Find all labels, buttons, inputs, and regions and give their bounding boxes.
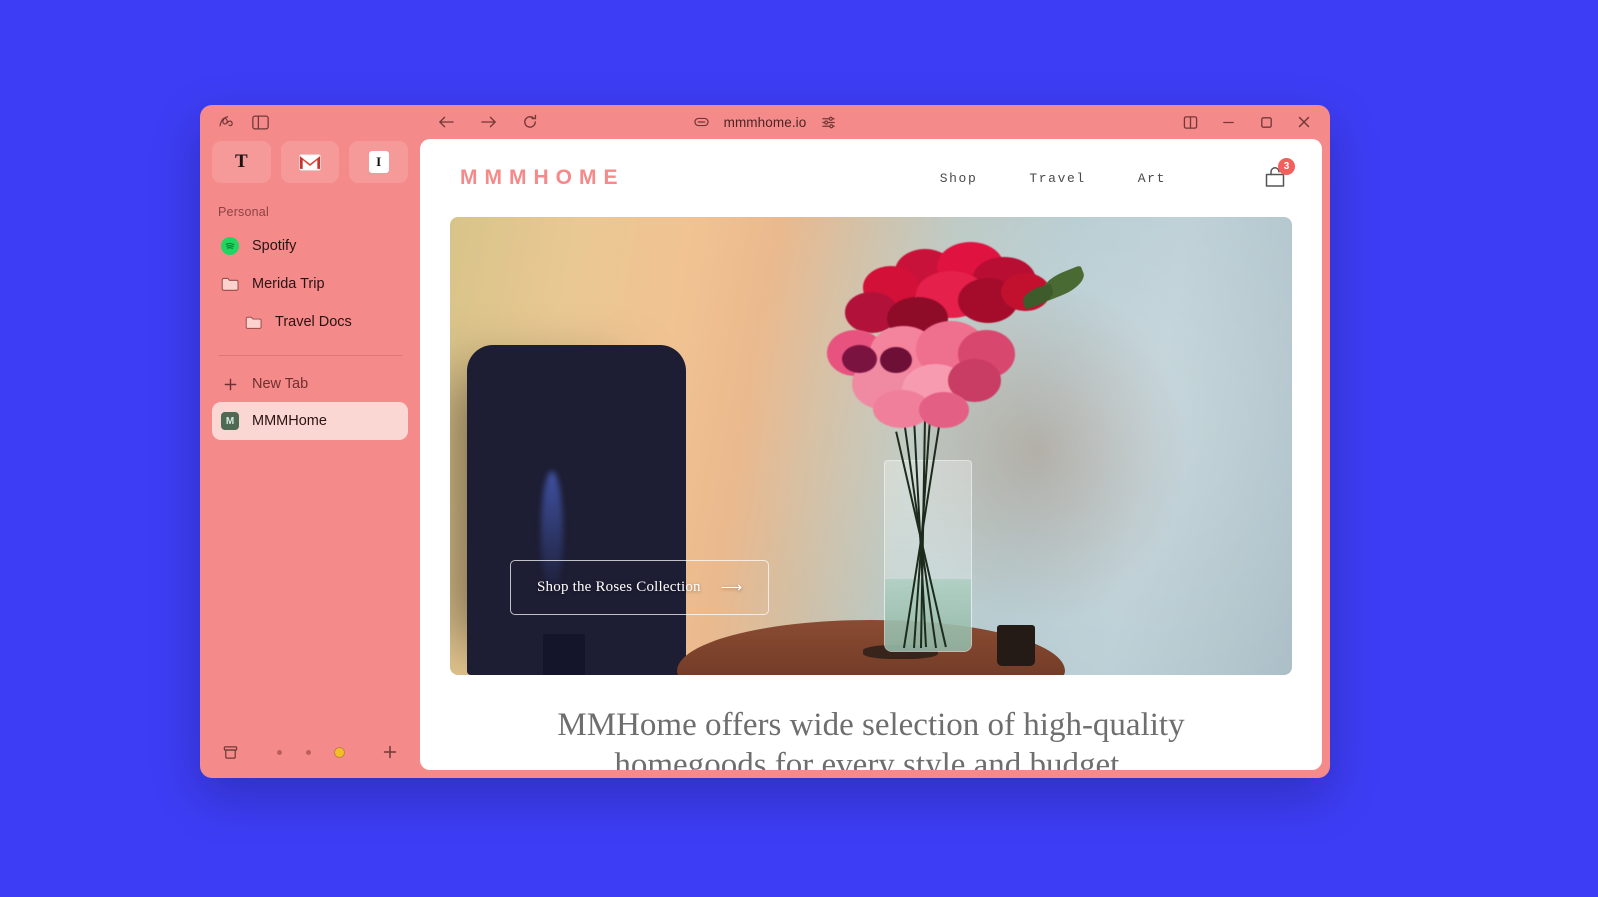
sidebar: T I Personal Spotify Merida Trip Travel … [200,139,420,778]
dot-indicator [305,749,311,755]
split-view-icon[interactable] [1180,112,1200,132]
cart-button[interactable]: 3 [1262,158,1295,191]
rose-bouquet [753,240,1107,478]
sidebar-item-spotify[interactable]: Spotify [212,227,408,265]
sidebar-toggle-icon[interactable] [250,112,270,132]
spotify-icon [220,236,240,256]
pinned-app-nyt[interactable]: T [212,141,271,183]
folder-icon [220,274,240,294]
window-body: T I Personal Spotify Merida Trip Travel … [200,139,1330,778]
site-logo[interactable]: MMMHOME [460,166,624,190]
sidebar-section-label: Personal [218,205,269,219]
hero-cta-label: Shop the Roses Collection [537,579,701,595]
mmmhome-favicon: M [220,411,240,431]
link-icon [692,112,712,132]
sidebar-divider [218,355,402,356]
folder-icon [244,312,264,332]
new-tab-button[interactable]: New Tab [212,366,408,402]
armchair [466,345,686,675]
pinned-app-instapaper[interactable]: I [349,141,409,183]
forward-arrow-icon[interactable] [478,112,498,132]
instapaper-icon: I [368,151,389,173]
gmail-icon [299,153,321,171]
favicon-letter: M [221,412,239,430]
nyt-icon: T [234,151,248,172]
nav-link-shop[interactable]: Shop [940,171,978,186]
dot-indicator [276,749,282,755]
pinned-app-gmail[interactable] [280,141,340,183]
sidebar-tab-mmmhome[interactable]: M MMMHome [212,402,408,440]
toolbar-left-group [200,112,420,132]
browser-toolbar: mmmhome.io [200,105,1330,139]
sliders-icon[interactable] [818,112,838,132]
arc-logo-icon[interactable] [216,112,236,132]
nav-link-travel[interactable]: Travel [1029,171,1085,186]
back-arrow-icon[interactable] [436,112,456,132]
url-text[interactable]: mmmhome.io [724,115,807,130]
sun-indicator-icon [334,747,344,757]
plus-icon[interactable] [380,742,400,762]
plus-icon [220,374,240,394]
chair-leg [542,633,585,675]
archive-icon[interactable] [220,742,240,762]
reload-icon[interactable] [520,112,540,132]
web-content: MMMHOME Shop Travel Art 3 Shop the Roses… [420,139,1322,770]
sidebar-bottom-bar [212,732,408,778]
maximize-icon[interactable] [1256,112,1276,132]
site-tagline: MMHome offers wide selection of high-qua… [557,707,1185,770]
minimize-icon[interactable] [1218,112,1238,132]
table-object [997,624,1036,666]
sidebar-item-merida-trip[interactable]: Merida Trip [212,265,408,303]
sidebar-item-label: Spotify [252,238,297,254]
status-dots [240,747,380,757]
hero-image[interactable]: Shop the Roses Collection ⟶ [450,217,1292,675]
sidebar-item-label: Merida Trip [252,276,325,292]
nav-link-art[interactable]: Art [1138,171,1166,186]
pinned-apps-row: T I [212,141,409,183]
hero-cta-button[interactable]: Shop the Roses Collection ⟶ [510,560,770,615]
window-controls [1180,112,1330,132]
cart-count-badge: 3 [1278,158,1295,175]
arrow-right-icon: ⟶ [720,580,743,596]
new-tab-label: New Tab [252,376,309,392]
sidebar-item-label: Travel Docs [275,314,352,330]
sidebar-item-travel-docs[interactable]: Travel Docs [212,303,408,341]
browser-window: mmmhome.io T I Personal Spotify Merida T… [200,105,1330,778]
navigation-buttons [420,112,540,132]
site-nav: Shop Travel Art 3 [940,158,1295,191]
sidebar-tab-label: MMMHome [252,413,327,429]
close-icon[interactable] [1294,112,1314,132]
site-header: MMMHOME Shop Travel Art 3 [420,139,1322,217]
